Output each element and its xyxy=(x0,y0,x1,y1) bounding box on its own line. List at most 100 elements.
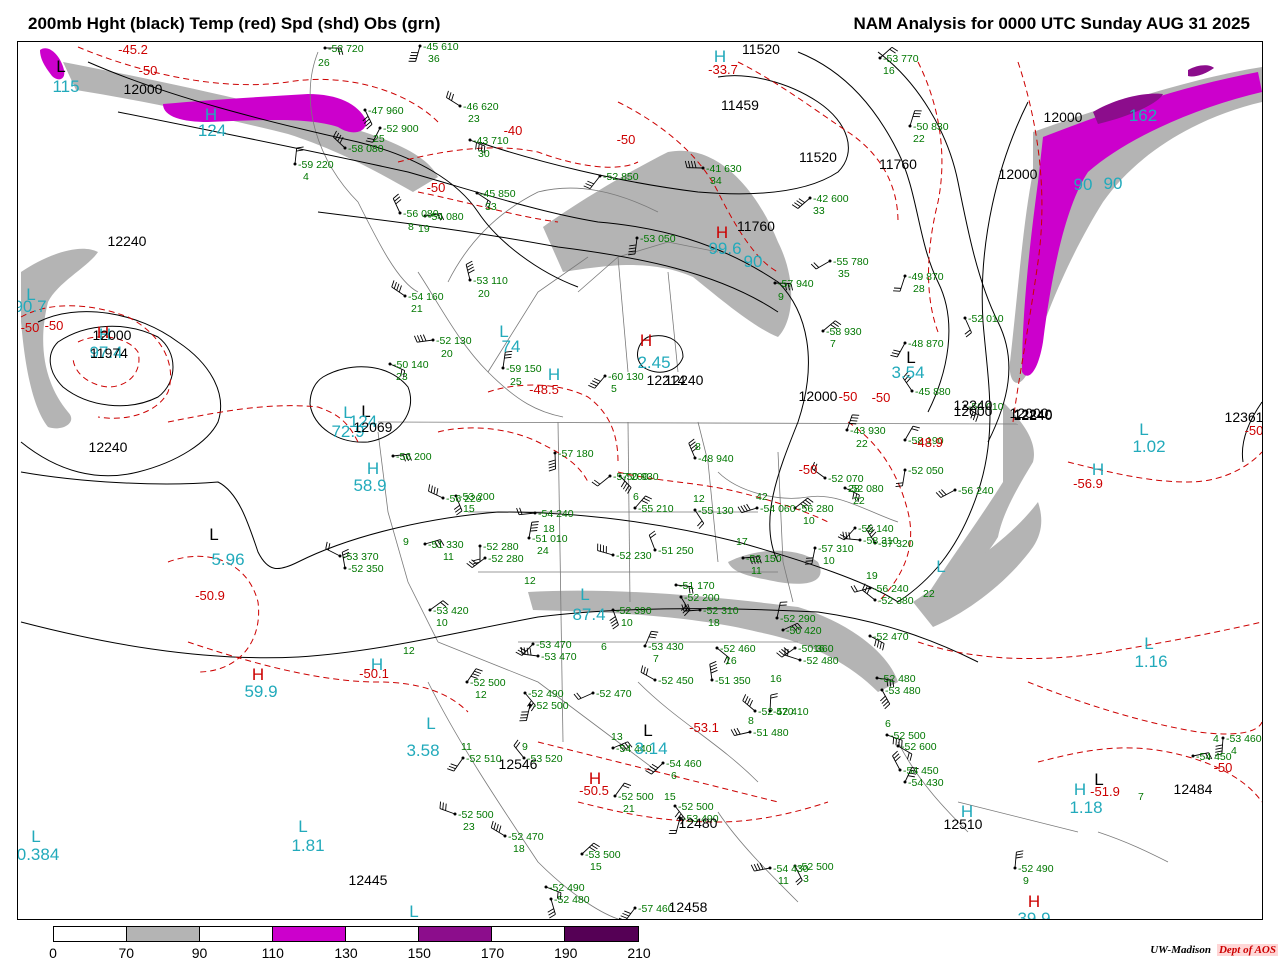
wind-barb-feather xyxy=(393,194,398,198)
wind-barb-staff xyxy=(446,98,460,106)
wind-barb-feather xyxy=(896,483,903,484)
wind-barb-feather xyxy=(699,523,704,528)
obs-temp-height: -54 060 xyxy=(760,503,796,515)
wind-barb-feather xyxy=(743,694,746,700)
obs-dewpoint-depression: 21 xyxy=(411,303,423,315)
wind-barb-feather xyxy=(420,335,423,341)
wind-barb-feather xyxy=(843,532,844,539)
obs-temp-height: -54 450 xyxy=(903,765,939,777)
obs-dewpoint-depression: 9 xyxy=(778,291,784,303)
wind-barb-feather xyxy=(741,506,745,512)
temperature-label: -50.9 xyxy=(195,588,225,603)
obs-temp-height: -45 610 xyxy=(423,42,459,53)
wind-barb-feather xyxy=(611,619,617,623)
obs-dewpoint-depression: 25 xyxy=(510,376,522,388)
obs-temp-height: -59 220 xyxy=(298,159,334,171)
speed-extremum-label: 90 xyxy=(1104,174,1123,193)
wind-barb-feather xyxy=(456,511,462,515)
wind-barb-feather xyxy=(396,199,401,203)
obs-dewpoint-depression: 12 xyxy=(524,575,536,587)
wind-barb-feather xyxy=(771,697,778,698)
obs-temp-height: -52 410 xyxy=(773,706,809,718)
obs-dewpoint-depression: 35 xyxy=(838,268,850,280)
wind-barb-feather xyxy=(941,490,946,495)
obs-dewpoint-depression: 8 xyxy=(748,715,754,727)
colorbar-tick-label: 90 xyxy=(192,945,208,961)
temperature-label: -50 xyxy=(872,390,891,405)
wind-barb-feather xyxy=(446,91,448,98)
speed-extremum-label: 124 xyxy=(198,121,226,140)
wind-barb-feather xyxy=(531,528,538,529)
wind-barb-feather xyxy=(711,670,717,673)
obs-temp-height: -53 110 xyxy=(473,275,508,287)
temperature-label: -50 xyxy=(1245,423,1262,438)
low-marker: L xyxy=(209,525,218,544)
obs-temp-height: -52 850 xyxy=(603,171,639,183)
wind-barb-feather xyxy=(895,756,900,761)
obs-dewpoint-depression: 11 xyxy=(751,565,762,577)
colorbar-segment xyxy=(419,927,492,941)
obs-dewpoint-depression: 18 xyxy=(708,617,720,629)
obs-dewpoint-depression: 6 xyxy=(671,770,677,782)
obs-temp-height: -53 420 xyxy=(433,605,469,617)
wind-barb-feather xyxy=(747,504,751,510)
wind-barb-feather xyxy=(455,508,461,512)
obs-dewpoint-depression: 23 xyxy=(468,113,480,125)
height-label: 12000 xyxy=(93,327,132,343)
colorbar-segment xyxy=(200,927,273,941)
wind-barb-feather xyxy=(452,94,454,101)
obs-temp-height: -53 200 xyxy=(459,491,495,503)
obs-temp-height: -52 490 xyxy=(1018,863,1054,875)
wind-barb-feather xyxy=(645,496,651,499)
obs-temp-height: -54 460 xyxy=(666,758,702,770)
obs-dewpoint-depression: 19 xyxy=(418,223,430,235)
obs-dewpoint-depression: 15 xyxy=(463,503,475,515)
weather-map[interactable]: -52 72026-45 61036-46 62023-53 77016-47 … xyxy=(17,41,1263,920)
wind-barb-feather xyxy=(468,267,474,270)
obs-dewpoint-depression: 12 xyxy=(403,645,415,657)
wind-barb-feather xyxy=(779,651,784,655)
obs-temp-height: -48 940 xyxy=(698,453,734,465)
wind-barb-feather xyxy=(574,694,578,699)
obs-temp-height: -52 470 xyxy=(508,831,544,843)
obs-temp-height: -57 320 xyxy=(878,538,914,550)
obs-dewpoint-depression: 15 xyxy=(664,791,676,803)
obs-temp-height: -51 330 xyxy=(428,539,464,551)
wind-barb-feather xyxy=(587,181,593,184)
wind-barb-feather xyxy=(892,353,899,355)
colorbar-tick-label: 70 xyxy=(118,945,134,961)
height-label: 12000 xyxy=(999,166,1038,182)
colorbar-tick-label: 170 xyxy=(481,945,504,961)
wind-barb-feather xyxy=(473,559,480,561)
wind-barb-feather xyxy=(592,482,598,486)
wind-barb-feather xyxy=(296,150,303,151)
wind-barb-feather xyxy=(521,647,522,654)
wind-barb-feather xyxy=(437,488,438,495)
wind-barb-feather xyxy=(744,505,748,511)
obs-dewpoint-depression: 19 xyxy=(866,570,878,582)
obs-temp-height: -52 350 xyxy=(348,563,384,575)
height-label: 12458 xyxy=(669,899,708,915)
obs-dewpoint-depression: 20 xyxy=(478,288,490,300)
obs-temp-height: -52 900 xyxy=(383,123,419,135)
obs-temp-height: -50 830 xyxy=(913,121,949,133)
obs-dewpoint-depression: 22 xyxy=(923,588,935,600)
speed-extremum-label: 162 xyxy=(1129,106,1157,125)
colorbar-segment xyxy=(127,927,200,941)
wind-barb-feather xyxy=(586,184,592,187)
height-contour xyxy=(878,52,1009,442)
obs-dewpoint-depression: 22 xyxy=(913,133,925,145)
wind-barb-feather xyxy=(621,916,627,919)
wind-barb-feather xyxy=(644,667,646,674)
speed-extremum-label: 3.58 xyxy=(406,741,439,760)
speed-shade-70-90 xyxy=(63,62,438,192)
colorbar-segment xyxy=(492,927,565,941)
obs-temp-height: -57 940 xyxy=(778,278,814,290)
wind-barb-staff xyxy=(555,453,556,469)
wind-barb-feather xyxy=(689,439,695,443)
speed-extremum-label: 2.45 xyxy=(637,353,670,372)
colorbar-segment xyxy=(54,927,127,941)
wind-barb-feather xyxy=(417,335,420,341)
wind-barb-staff xyxy=(902,470,905,486)
wind-barb-staff xyxy=(598,551,613,555)
